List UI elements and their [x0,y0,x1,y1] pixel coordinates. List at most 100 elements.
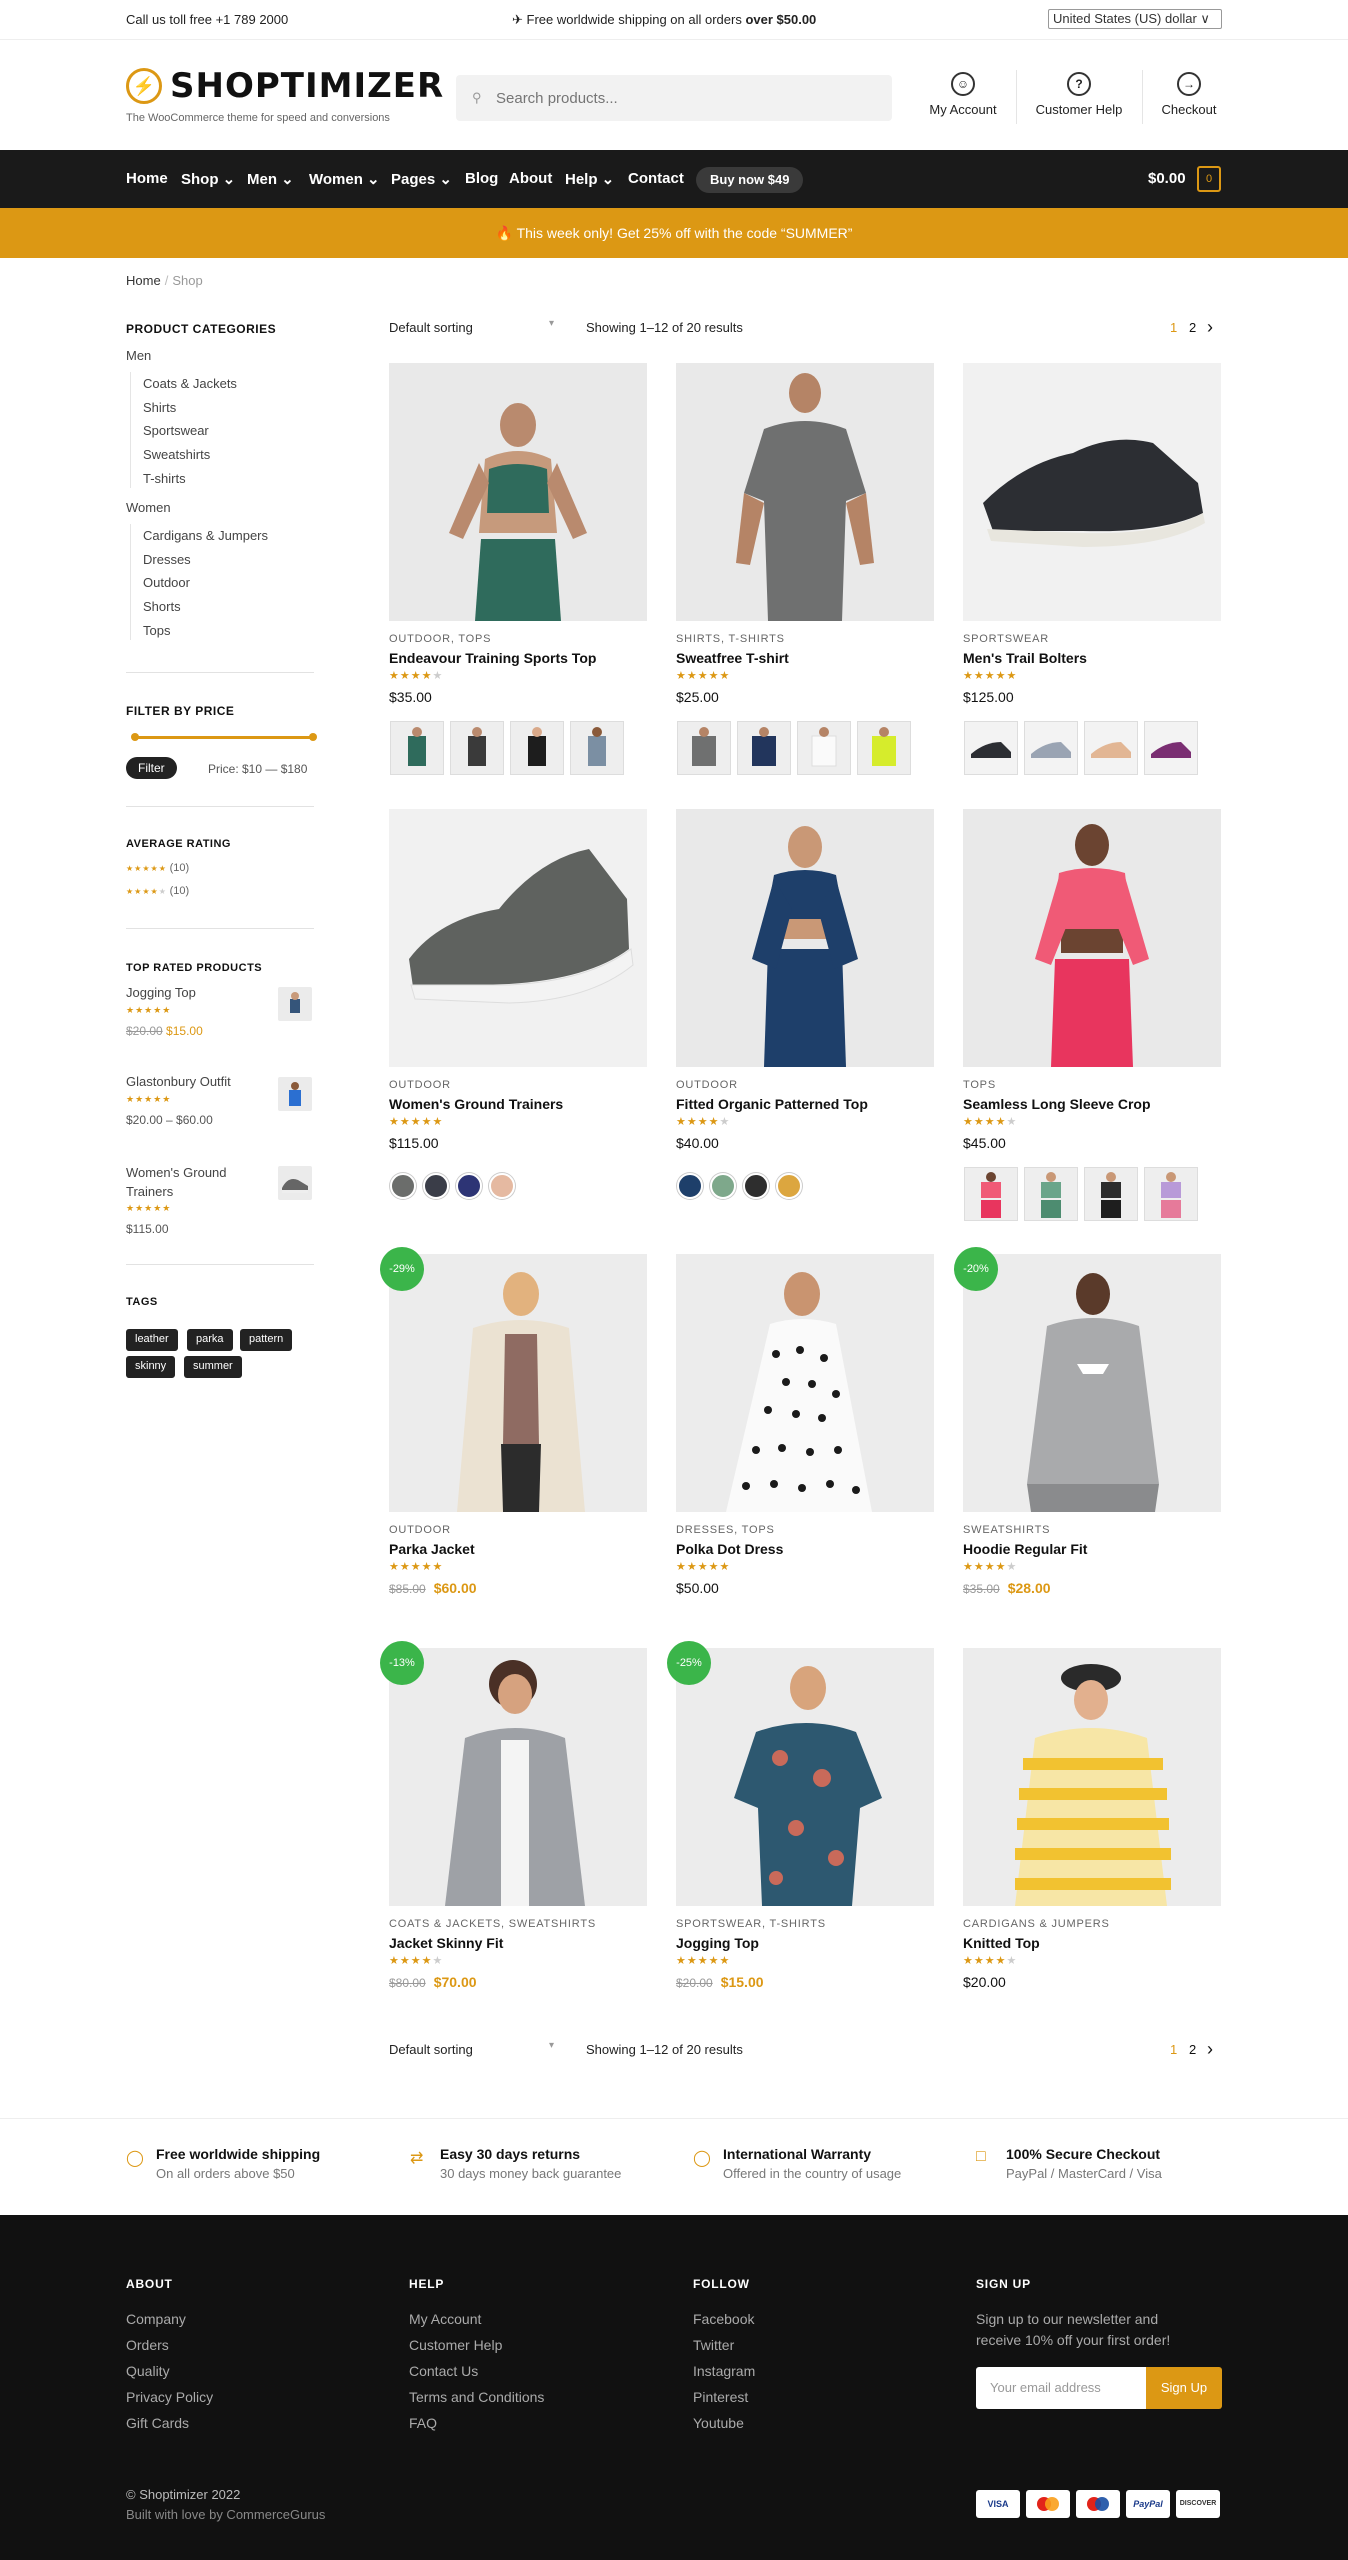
product-image[interactable] [963,809,1221,1067]
product-name[interactable]: Parka Jacket [389,1541,475,1557]
footer-link-my-account[interactable]: My Account [409,2311,481,2327]
customer-help-link[interactable]: ? Customer Help [1030,72,1128,117]
price-slider-max-handle[interactable] [309,733,317,741]
tag-summer[interactable]: summer [184,1356,242,1378]
category-outdoor[interactable]: Outdoor [143,575,190,590]
logo[interactable]: SHOPTIMIZER [170,66,444,106]
search-box[interactable]: ⚲ [456,75,892,121]
footer-link-instagram[interactable]: Instagram [693,2363,755,2379]
variant-swatch[interactable] [1144,721,1198,775]
product-category[interactable]: SHIRTS, T-SHIRTS [676,633,785,645]
product-category[interactable]: OUTDOOR [389,1079,451,1091]
next-page-icon[interactable]: › [1207,2039,1213,2060]
variant-swatch[interactable] [450,721,504,775]
signup-button[interactable]: Sign Up [1146,2367,1222,2409]
product-name[interactable]: Knitted Top [963,1935,1040,1951]
product-name[interactable]: Sweatfree T-shirt [676,650,789,666]
tag-pattern[interactable]: pattern [240,1329,293,1351]
sort-select-bottom[interactable]: Default sorting ▾ [389,2040,554,2057]
product-name[interactable]: Jacket Skinny Fit [389,1935,503,1951]
tag-leather[interactable]: leather [126,1329,178,1351]
footer-link-contact[interactable]: Contact Us [409,2363,478,2379]
nav-shop[interactable]: Shop ⌄ [181,170,235,188]
product-image[interactable] [389,809,647,1067]
tag-parka[interactable]: parka [187,1329,233,1351]
logo-icon[interactable]: ⚡ [126,68,162,104]
product-category[interactable]: SWEATSHIRTS [963,1524,1050,1536]
breadcrumb-home[interactable]: Home [126,273,161,288]
product-name[interactable]: Seamless Long Sleeve Crop [963,1096,1151,1112]
category-coats-jackets[interactable]: Coats & Jackets [143,376,237,391]
category-tops[interactable]: Tops [143,623,170,638]
variant-swatch[interactable] [1144,1167,1198,1221]
footer-link-pinterest[interactable]: Pinterest [693,2389,748,2405]
footer-link-gift-cards[interactable]: Gift Cards [126,2415,189,2431]
footer-link-youtube[interactable]: Youtube [693,2415,744,2431]
variant-swatch[interactable] [677,721,731,775]
variant-swatch[interactable] [1084,1167,1138,1221]
variant-swatch[interactable] [964,721,1018,775]
page-2[interactable]: 2 [1189,320,1196,335]
product-category[interactable]: OUTDOOR [389,1524,451,1536]
product-name[interactable]: Endeavour Training Sports Top [389,650,596,666]
nav-blog[interactable]: Blog [465,170,498,187]
rating-filter-4[interactable]: ★★★★★ (10) [126,885,189,897]
variant-swatch[interactable] [1024,721,1078,775]
product-image[interactable] [676,809,934,1067]
color-swatch[interactable] [677,1173,703,1199]
top-rated-name[interactable]: Women's Ground Trainers [126,1163,266,1201]
tag-skinny[interactable]: skinny [126,1356,176,1378]
footer-link-twitter[interactable]: Twitter [693,2337,734,2353]
category-women[interactable]: Women [126,500,171,515]
variant-swatch[interactable] [797,721,851,775]
footer-link-terms[interactable]: Terms and Conditions [409,2389,544,2405]
top-rated-name[interactable]: Jogging Top [126,985,196,1000]
product-category[interactable]: CARDIGANS & JUMPERS [963,1918,1110,1930]
category-men[interactable]: Men [126,348,151,363]
category-dresses[interactable]: Dresses [143,552,191,567]
sort-select[interactable]: Default sorting ▾ [389,318,554,335]
color-swatch[interactable] [489,1173,515,1199]
product-category[interactable]: TOPS [963,1079,996,1091]
currency-select[interactable]: United States (US) dollar ∨ [1048,9,1222,29]
rating-filter-5[interactable]: ★★★★★ (10) [126,862,189,874]
product-category[interactable]: SPORTSWEAR, T-SHIRTS [676,1918,826,1930]
footer-link-facebook[interactable]: Facebook [693,2311,754,2327]
footer-link-privacy[interactable]: Privacy Policy [126,2389,213,2405]
color-swatch[interactable] [456,1173,482,1199]
buy-now-button[interactable]: Buy now $49 [696,167,804,193]
cart-total[interactable]: $0.00 [1148,170,1186,187]
variant-swatch[interactable] [390,721,444,775]
product-image[interactable] [963,1254,1221,1512]
page-2-bottom[interactable]: 2 [1189,2042,1196,2057]
product-image[interactable] [676,1254,934,1512]
category-shorts[interactable]: Shorts [143,599,181,614]
color-swatch[interactable] [423,1173,449,1199]
nav-help[interactable]: Help ⌄ [565,170,614,188]
color-swatch[interactable] [776,1173,802,1199]
product-name[interactable]: Men's Trail Bolters [963,650,1087,666]
filter-button[interactable]: Filter [126,757,177,779]
variant-swatch[interactable] [1084,721,1138,775]
nav-home[interactable]: Home [126,170,168,187]
product-image[interactable] [963,1648,1221,1906]
top-rated-name[interactable]: Glastonbury Outfit [126,1074,231,1089]
product-category[interactable]: SPORTSWEAR [963,633,1049,645]
product-name[interactable]: Jogging Top [676,1935,759,1951]
variant-swatch[interactable] [570,721,624,775]
category-shirts[interactable]: Shirts [143,400,176,415]
product-category[interactable]: OUTDOOR [676,1079,738,1091]
product-image[interactable] [676,363,934,621]
product-category[interactable]: COATS & JACKETS, SWEATSHIRTS [389,1918,596,1930]
top-rated-thumb[interactable] [278,1077,312,1111]
color-swatch[interactable] [390,1173,416,1199]
variant-swatch[interactable] [737,721,791,775]
footer-link-company[interactable]: Company [126,2311,186,2327]
footer-link-quality[interactable]: Quality [126,2363,170,2379]
top-rated-thumb[interactable] [278,987,312,1021]
cart-bag-icon[interactable]: 0 [1197,166,1221,192]
product-name[interactable]: Hoodie Regular Fit [963,1541,1087,1557]
product-image[interactable] [389,1254,647,1512]
my-account-link[interactable]: ☺ My Account [924,72,1002,117]
footer-link-faq[interactable]: FAQ [409,2415,437,2431]
